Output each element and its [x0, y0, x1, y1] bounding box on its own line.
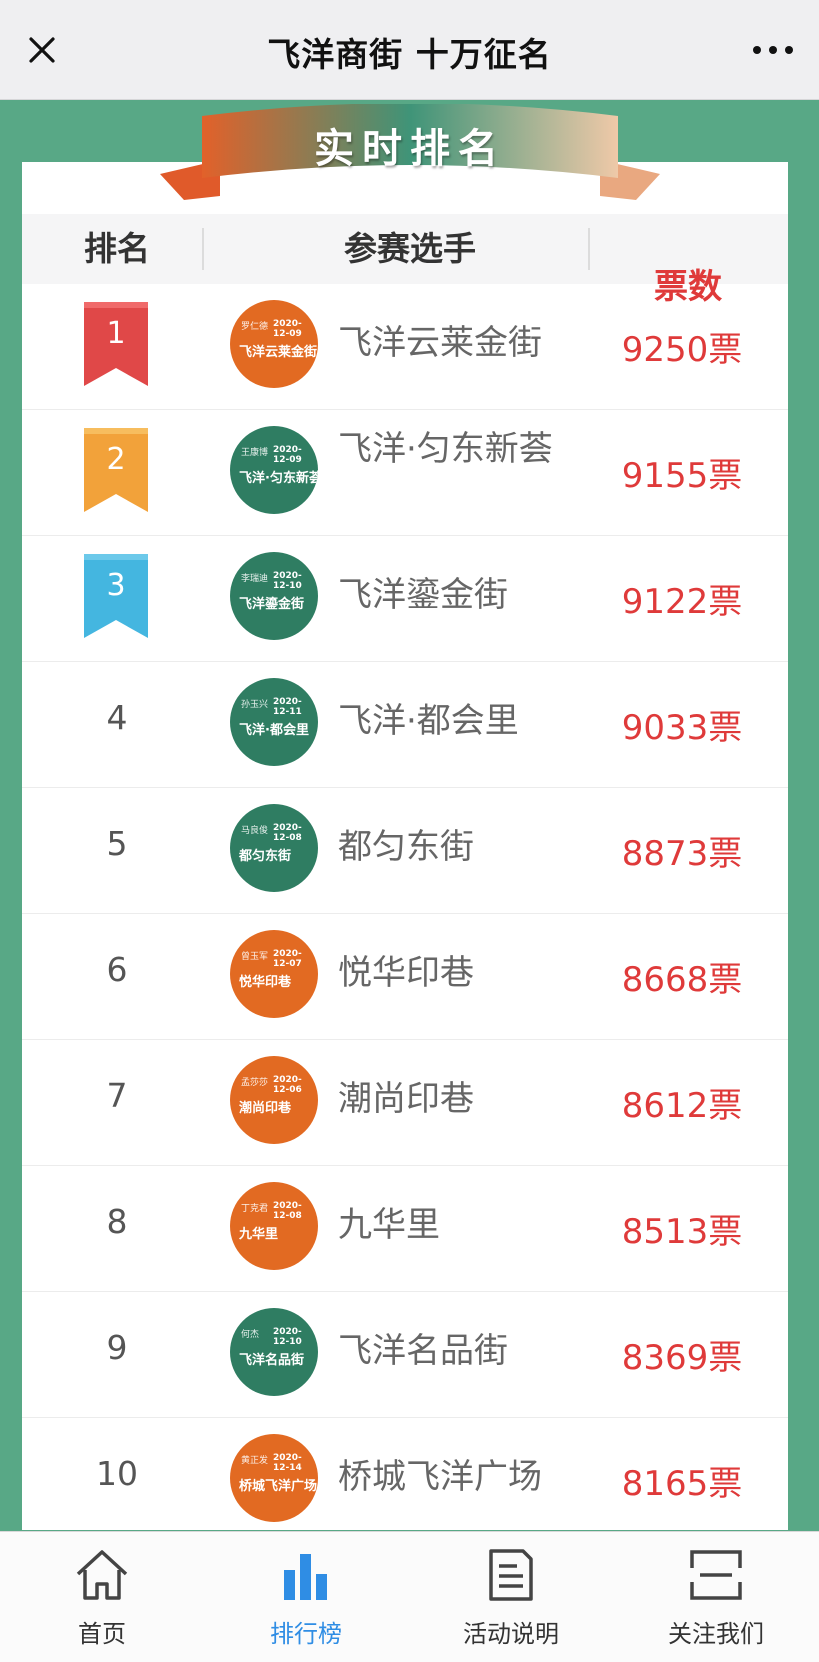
bottom-tab-bar: 首页 排行榜 活动说明 关注我们	[0, 1531, 819, 1662]
rank-number: 9	[106, 1328, 128, 1367]
frame-icon	[690, 1550, 742, 1600]
entry-name: 都匀东街	[338, 827, 474, 867]
entry-avatar: 何杰 2020-12-10 飞洋名品街	[230, 1308, 318, 1396]
entry-avatar: 孟莎莎 2020-12-06 潮尚印巷	[230, 1056, 318, 1144]
entry-avatar: 马良俊 2020-12-08 都匀东街	[230, 804, 318, 892]
table-row[interactable]: 4 孙玉兴 2020-12-11 飞洋·都会里 飞洋·都会里 9033票	[22, 662, 788, 788]
more-icon[interactable]	[749, 34, 797, 66]
rank-number: 4	[106, 698, 128, 737]
entry-name: 飞洋名品街	[338, 1331, 508, 1371]
vote-count: 9250票	[621, 330, 743, 370]
entry-avatar: 丁克君 2020-12-08 九华里	[230, 1182, 318, 1270]
vote-count: 9155票	[621, 456, 743, 496]
home-icon	[76, 1550, 128, 1600]
table-row[interactable]: 5 马良俊 2020-12-08 都匀东街 都匀东街 8873票	[22, 788, 788, 914]
tab-home[interactable]: 首页	[0, 1532, 204, 1662]
vote-count: 8165票	[621, 1464, 743, 1504]
rank-column-header: 排名	[84, 229, 150, 268]
entry-name: 飞洋鎏金街	[338, 575, 508, 615]
entry-name: 飞洋·匀东新荟	[338, 429, 553, 469]
table-row[interactable]: 1 罗仁德 2020-12-09 飞洋云莱金街 飞洋云莱金街 9250票	[22, 284, 788, 410]
entry-name: 悦华印巷	[338, 953, 474, 993]
entry-avatar: 王康博 2020-12-09 飞洋·匀东新荟	[230, 426, 318, 514]
vote-count: 8369票	[621, 1338, 743, 1378]
rank-number: 1	[106, 316, 126, 351]
vote-count: 8612票	[621, 1086, 743, 1126]
banner-title: 实时排名	[314, 126, 506, 172]
rank-number: 10	[96, 1454, 138, 1493]
rank-number: 8	[106, 1202, 128, 1241]
rank-number: 3	[106, 568, 126, 603]
table-row[interactable]: 7 孟莎莎 2020-12-06 潮尚印巷 潮尚印巷 8612票	[22, 1040, 788, 1166]
entry-avatar: 曾玉军 2020-12-07 悦华印巷	[230, 930, 318, 1018]
entry-avatar: 罗仁德 2020-12-09 飞洋云莱金街	[230, 300, 318, 388]
tab-label: 关注我们	[668, 1620, 764, 1648]
table-row[interactable]: 8 丁克君 2020-12-08 九华里 九华里 8513票	[22, 1166, 788, 1292]
document-icon	[489, 1549, 533, 1601]
entry-avatar: 黄正发 2020-12-14 桥城飞洋广场	[230, 1434, 318, 1522]
header-divider	[202, 228, 204, 270]
vote-count: 8873票	[621, 834, 743, 874]
page-title: 飞洋商街 十万征名	[267, 35, 552, 74]
player-column-header: 参赛选手	[344, 229, 476, 268]
table-row[interactable]: 9 何杰 2020-12-10 飞洋名品街 飞洋名品街 8369票	[22, 1292, 788, 1418]
bar-chart-icon	[284, 1554, 327, 1600]
entry-name: 潮尚印巷	[338, 1079, 474, 1119]
entry-name: 飞洋·都会里	[338, 701, 519, 741]
entry-name: 九华里	[338, 1205, 440, 1245]
vote-count: 8513票	[621, 1212, 743, 1252]
ranking-card: 排名 参赛选手 票数 1 罗仁德 2020-12-09 飞洋云莱金街 飞洋云莱金…	[22, 162, 788, 1530]
entry-name: 桥城飞洋广场	[338, 1457, 542, 1497]
entry-avatar: 李瑞迪 2020-12-10 飞洋鎏金街	[230, 552, 318, 640]
tab-label: 活动说明	[463, 1620, 559, 1648]
tab-label: 首页	[78, 1620, 126, 1648]
vote-count: 9033票	[621, 708, 743, 748]
rank-number: 6	[106, 950, 128, 989]
rank-number: 5	[106, 824, 128, 863]
top-bar: 飞洋商街 十万征名	[0, 0, 819, 100]
rank-number: 2	[106, 442, 126, 477]
vote-count: 8668票	[621, 960, 743, 1000]
table-row[interactable]: 2 王康博 2020-12-09 飞洋·匀东新荟 飞洋·匀东新荟 9155票	[22, 410, 788, 536]
tab-activity-info[interactable]: 活动说明	[409, 1532, 613, 1662]
table-row[interactable]: 6 曾玉军 2020-12-07 悦华印巷 悦华印巷 8668票	[22, 914, 788, 1040]
table-header: 排名 参赛选手 票数	[22, 214, 788, 307]
entry-avatar: 孙玉兴 2020-12-11 飞洋·都会里	[230, 678, 318, 766]
tab-label: 排行榜	[270, 1620, 342, 1648]
table-row[interactable]: 10 黄正发 2020-12-14 桥城飞洋广场 桥城飞洋广场 8165票	[22, 1418, 788, 1530]
table-row[interactable]: 3 李瑞迪 2020-12-10 飞洋鎏金街 飞洋鎏金街 9122票	[22, 536, 788, 662]
vote-count: 9122票	[621, 582, 743, 622]
tab-ranking[interactable]: 排行榜	[204, 1532, 408, 1662]
entry-name: 飞洋云莱金街	[338, 323, 542, 363]
tab-follow-us[interactable]: 关注我们	[614, 1532, 818, 1662]
rank-number: 7	[106, 1076, 128, 1115]
